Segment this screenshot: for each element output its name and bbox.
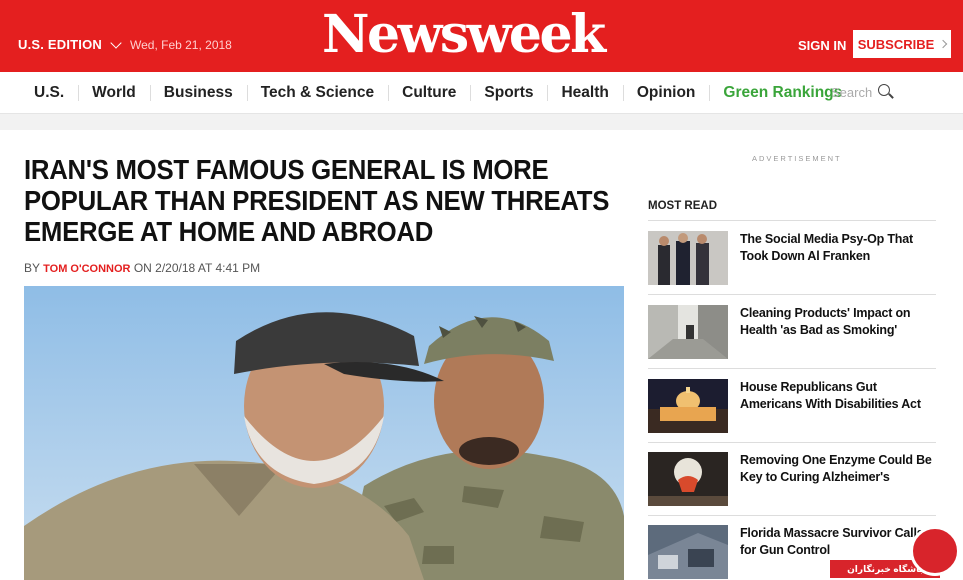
edition-label: U.S. EDITION [18,37,103,52]
header-date: Wed, Feb 21, 2018 [130,38,232,52]
nav-item-health[interactable]: Health [547,83,622,103]
hero-photo-illustration [24,286,624,580]
search-placeholder: Search [831,84,873,100]
chevron-down-icon [110,36,122,49]
main-nav: U.S. World Business Tech & Science Cultu… [0,72,963,114]
most-read-thumbnail[interactable] [648,379,728,433]
watermark-logo-icon [910,526,960,576]
most-read-thumbnail[interactable] [648,525,728,579]
publish-timestamp: ON 2/20/18 AT 4:41 PM [133,261,261,275]
top-header: U.S. EDITION Wed, Feb 21, 2018 Newsweek … [0,0,963,72]
most-read-title[interactable]: House Republicans Gut Americans With Dis… [740,379,940,412]
most-read-item[interactable]: The Social Media Psy-Op That Took Down A… [648,221,936,295]
nav-item-business[interactable]: Business [149,83,247,103]
nav-item-tech-science[interactable]: Tech & Science [246,83,388,103]
newsweek-logo[interactable]: Newsweek [322,4,606,66]
byline: BY TOM O'CONNOR ON 2/20/18 AT 4:41 PM [24,261,260,275]
most-read-item[interactable]: Removing One Enzyme Could Be Key to Curi… [648,442,936,516]
hero-image[interactable] [24,286,624,580]
article-headline: IRAN'S MOST FAMOUS GENERAL IS MORE POPUL… [24,154,610,247]
most-read-thumbnail[interactable] [648,305,728,359]
search-box[interactable]: Search [831,84,895,100]
most-read-thumbnail[interactable] [648,452,728,506]
edition-selector[interactable]: U.S. EDITION [18,36,122,52]
yjc-watermark: باشگاه خبرنگاران [830,520,963,580]
most-read-item[interactable]: House Republicans Gut Americans With Dis… [648,369,936,443]
chevron-right-icon [939,39,948,49]
search-icon[interactable] [878,84,895,100]
nav-item-opinion[interactable]: Opinion [622,83,710,103]
nav-item-us[interactable]: U.S. [20,83,78,103]
most-read-title[interactable]: The Social Media Psy-Op That Took Down A… [740,231,940,264]
advertisement-label: ADVERTISEMENT [752,154,842,163]
nav-item-world[interactable]: World [78,83,150,103]
most-read-thumbnail[interactable] [648,231,728,285]
byline-prefix: BY [24,261,40,275]
subscribe-label: SUBSCRIBE [857,36,935,52]
nav-item-sports[interactable]: Sports [470,83,547,103]
header-divider [0,114,963,130]
author-link[interactable]: TOM O'CONNOR [43,263,130,275]
most-read-title[interactable]: Cleaning Products' Impact on Health 'as … [740,305,940,338]
most-read-item[interactable]: Cleaning Products' Impact on Health 'as … [648,295,936,369]
nav-item-culture[interactable]: Culture [388,83,470,103]
subscribe-button[interactable]: SUBSCRIBE [853,30,951,58]
most-read-heading: MOST READ [648,200,717,212]
most-read-title[interactable]: Removing One Enzyme Could Be Key to Curi… [740,452,940,485]
sign-in-link[interactable]: SIGN IN [798,38,846,53]
